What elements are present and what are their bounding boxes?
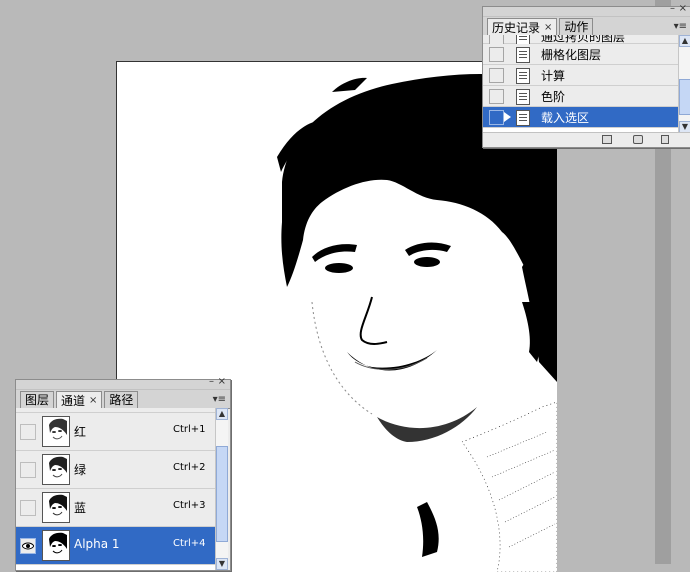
history-state-icon (516, 47, 530, 63)
scroll-up-icon[interactable]: ▲ (216, 408, 228, 420)
scroll-down-icon[interactable]: ▼ (216, 558, 228, 570)
tab-history-label: 历史记录 (492, 20, 541, 35)
channel-shortcut: Ctrl+2 (173, 462, 206, 473)
channels-scrollbar[interactable]: ▲ ▼ (215, 408, 228, 570)
channel-row-red[interactable]: 红 Ctrl+1 (16, 413, 215, 451)
panel-menu-icon[interactable]: ▾≡ (213, 394, 226, 405)
channel-shortcut: Ctrl+1 (173, 424, 206, 435)
history-item-label: 色阶 (541, 90, 566, 104)
history-state-icon (516, 110, 530, 126)
visibility-toggle[interactable] (20, 538, 36, 554)
channel-row-green[interactable]: 绿 Ctrl+2 (16, 451, 215, 489)
close-icon[interactable]: × (679, 3, 687, 15)
scroll-thumb[interactable] (679, 79, 690, 115)
history-panel-titlebar[interactable]: – × (483, 3, 690, 17)
visibility-toggle[interactable] (20, 500, 36, 516)
history-item-label: 计算 (541, 69, 566, 83)
history-source-checkbox[interactable] (489, 110, 504, 125)
history-item-label: 载入选区 (541, 111, 590, 125)
history-footer (483, 132, 690, 147)
history-source-checkbox[interactable] (489, 89, 504, 104)
history-item[interactable]: 栅格化图层 (483, 44, 679, 65)
visibility-toggle[interactable] (20, 424, 36, 440)
channel-thumbnail (42, 530, 70, 561)
channel-name: 蓝 (74, 501, 87, 515)
history-panel: – × 历史记录 × 动作 ▾≡ 通过拷贝的图层 栅格化图层 计算 色阶 载入选… (482, 3, 690, 148)
history-list: 通过拷贝的图层 栅格化图层 计算 色阶 载入选区 (483, 35, 679, 133)
history-state-icon (516, 68, 530, 84)
trash-icon[interactable] (661, 135, 669, 144)
channel-thumbnail (42, 454, 70, 485)
scroll-up-icon[interactable]: ▲ (679, 35, 690, 47)
channel-name: Alpha 1 (74, 537, 120, 551)
history-source-checkbox[interactable] (489, 68, 504, 83)
create-snapshot-icon[interactable] (633, 135, 643, 144)
history-item[interactable]: 色阶 (483, 86, 679, 107)
channel-thumbnail (42, 492, 70, 523)
history-state-pointer-icon[interactable] (504, 112, 511, 122)
tab-channels[interactable]: 通道 × (56, 391, 103, 409)
tab-actions-label: 动作 (564, 20, 589, 34)
history-item[interactable]: 计算 (483, 65, 679, 86)
tab-layers-label: 图层 (25, 393, 50, 407)
tab-layers[interactable]: 图层 (20, 391, 55, 408)
tab-close-icon[interactable]: × (89, 393, 97, 409)
tab-actions[interactable]: 动作 (559, 18, 594, 35)
visibility-toggle[interactable] (20, 462, 36, 478)
history-source-checkbox[interactable] (489, 47, 504, 62)
channel-shortcut: Ctrl+3 (173, 500, 206, 511)
history-item[interactable]: 通过拷贝的图层 (483, 35, 679, 45)
tab-close-icon[interactable]: × (544, 20, 552, 36)
channel-name: 红 (74, 425, 87, 439)
new-document-from-state-icon[interactable] (602, 135, 612, 144)
minimize-icon[interactable]: – (209, 376, 214, 388)
panel-menu-icon[interactable]: ▾≡ (674, 21, 687, 32)
channel-name: 绿 (74, 463, 87, 477)
scroll-thumb[interactable] (216, 446, 228, 542)
history-scrollbar[interactable]: ▲ ▼ (678, 35, 690, 133)
tab-paths-label: 路径 (109, 393, 134, 407)
minimize-icon[interactable]: – (670, 3, 675, 15)
channels-list: 红 Ctrl+1 绿 Ctrl+2 蓝 Ctrl+3 Alpha 1 Ctrl+… (16, 408, 215, 570)
eye-icon (22, 542, 34, 550)
tab-history[interactable]: 历史记录 × (487, 18, 558, 36)
tab-channels-label: 通道 (61, 393, 86, 408)
channels-panel-titlebar[interactable]: – × (16, 376, 230, 390)
history-item-label: 栅格化图层 (541, 48, 602, 62)
channels-panel: – × 图层 通道 × 路径 ▾≡ 红 Ctrl+1 绿 Ctrl+2 蓝 Ct… (15, 376, 231, 571)
channel-shortcut: Ctrl+4 (173, 538, 206, 549)
tab-paths[interactable]: 路径 (104, 391, 139, 408)
channel-row-alpha-1[interactable]: Alpha 1 Ctrl+4 (16, 527, 215, 565)
history-state-icon (516, 89, 530, 105)
history-item-selected[interactable]: 载入选区 (483, 107, 679, 128)
history-tabs: 历史记录 × 动作 ▾≡ (483, 17, 690, 36)
close-icon[interactable]: × (218, 376, 226, 388)
channels-tabs: 图层 通道 × 路径 ▾≡ (16, 390, 230, 409)
channel-thumbnail (42, 416, 70, 447)
channel-row-blue[interactable]: 蓝 Ctrl+3 (16, 489, 215, 527)
